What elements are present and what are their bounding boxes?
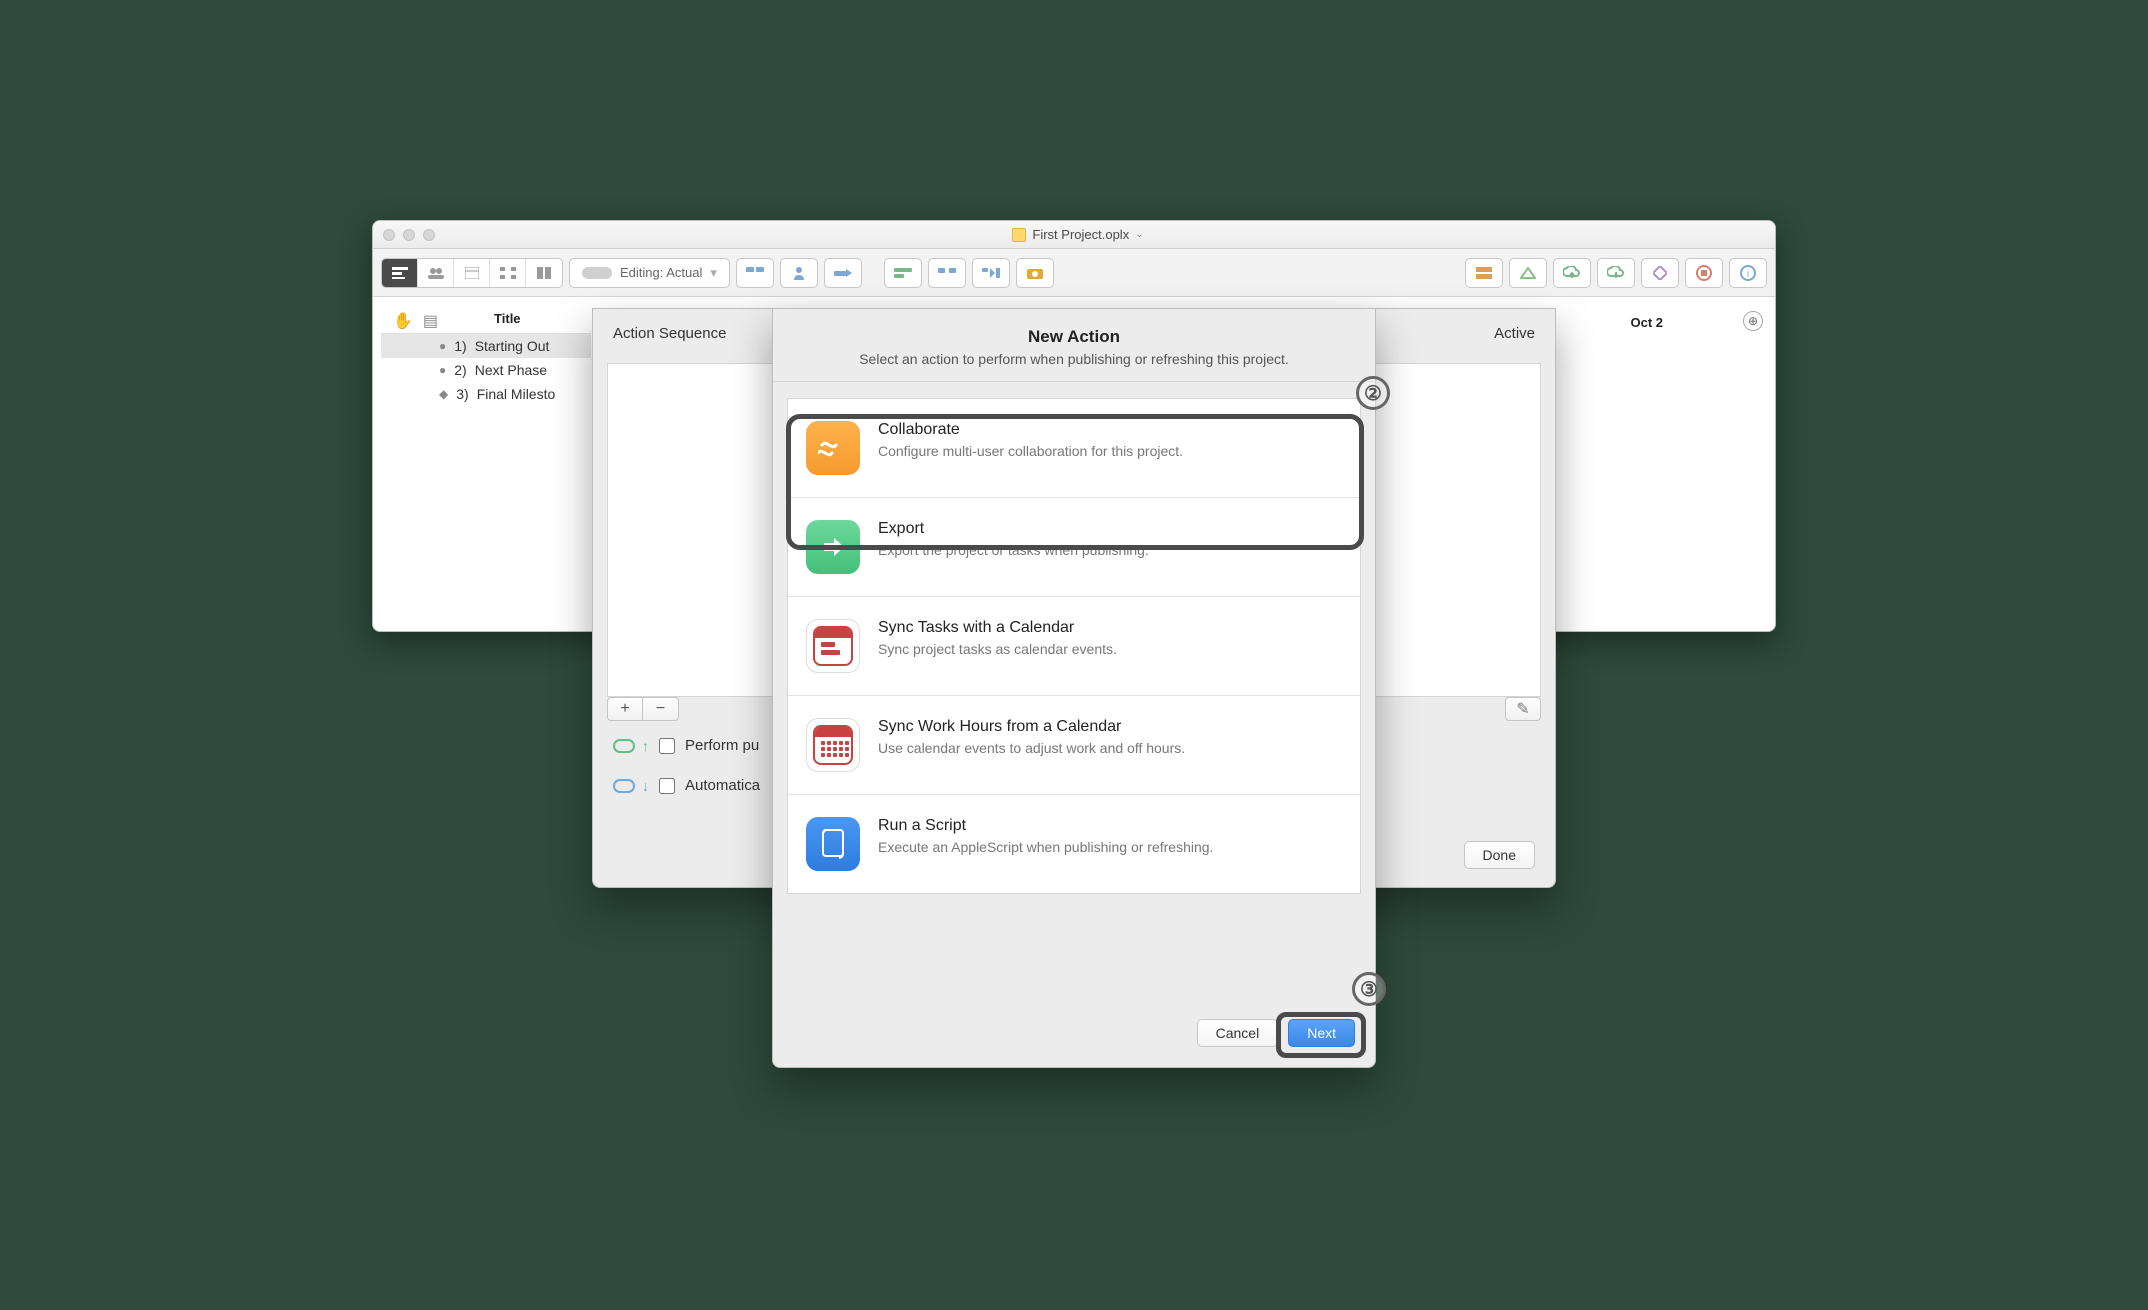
active-label: Active bbox=[1494, 325, 1535, 342]
next-button[interactable]: Next bbox=[1288, 1019, 1355, 1047]
zoom-dot[interactable] bbox=[423, 229, 435, 241]
cloud-up-icon bbox=[613, 739, 635, 753]
svg-text:i: i bbox=[1747, 269, 1749, 280]
action-export[interactable]: Export Export the project or tasks when … bbox=[788, 498, 1360, 597]
task-label: Next Phase bbox=[475, 362, 547, 378]
task-number: 2) bbox=[454, 362, 466, 378]
task-row-3[interactable]: ◆ 3) Final Milesto bbox=[381, 382, 591, 406]
sheet-subtitle: Select an action to perform when publish… bbox=[773, 351, 1375, 382]
done-button[interactable]: Done bbox=[1464, 841, 1535, 869]
view-network[interactable] bbox=[490, 259, 526, 287]
cancel-button[interactable]: Cancel bbox=[1197, 1019, 1279, 1047]
zoom-icon[interactable]: ⊕ bbox=[1743, 311, 1763, 331]
callout-2: ② bbox=[1356, 376, 1390, 410]
editing-selector[interactable]: Editing: Actual ▾ bbox=[569, 258, 730, 288]
task-row-2[interactable]: ● 2) Next Phase bbox=[381, 358, 591, 382]
sync-hours-icon bbox=[806, 718, 860, 772]
view-resource[interactable] bbox=[418, 259, 454, 287]
arrow-up-icon: ↑ bbox=[642, 738, 649, 754]
task-row-1[interactable]: ● 1) Starting Out bbox=[381, 334, 591, 358]
editing-label: Editing: Actual bbox=[620, 265, 702, 280]
callout-3: ③ bbox=[1352, 972, 1386, 1006]
action-sequence-label: Action Sequence bbox=[613, 325, 726, 342]
export-icon bbox=[806, 520, 860, 574]
document-icon bbox=[1012, 228, 1026, 242]
action-desc: Use calendar events to adjust work and o… bbox=[878, 740, 1185, 756]
new-action-sheet: New Action Select an action to perform w… bbox=[772, 308, 1376, 1068]
minimize-dot[interactable] bbox=[403, 229, 415, 241]
add-remove: + − bbox=[607, 697, 679, 721]
tb-baselines[interactable] bbox=[1465, 258, 1503, 288]
tb-critical-path[interactable] bbox=[1641, 258, 1679, 288]
bullet-icon: ● bbox=[439, 363, 446, 377]
sheet-title: New Action bbox=[773, 309, 1375, 351]
perform-publish-label: Perform pu bbox=[685, 737, 759, 754]
tb-publish-up[interactable] bbox=[1553, 258, 1591, 288]
task-number: 1) bbox=[454, 338, 466, 354]
toolbar: Editing: Actual ▾ i bbox=[373, 249, 1775, 297]
cloud-down-icon bbox=[613, 779, 635, 793]
tb-catchup[interactable] bbox=[972, 258, 1010, 288]
hand-icon[interactable]: ✋ bbox=[393, 311, 413, 331]
outline: ✋ ▤ Title ● 1) Starting Out ● 2) Next Ph… bbox=[381, 309, 591, 406]
tb-camera[interactable] bbox=[1016, 258, 1054, 288]
bullet-icon: ● bbox=[439, 339, 446, 353]
action-run-script[interactable]: Run a Script Execute an AppleScript when… bbox=[788, 795, 1360, 893]
action-sync-tasks[interactable]: Sync Tasks with a Calendar Sync project … bbox=[788, 597, 1360, 696]
action-list: Collaborate Configure multi-user collabo… bbox=[787, 398, 1361, 894]
action-title: Sync Work Hours from a Calendar bbox=[878, 718, 1185, 736]
action-desc: Sync project tasks as calendar events. bbox=[878, 641, 1117, 657]
task-label: Final Milesto bbox=[477, 386, 556, 402]
action-title: Collaborate bbox=[878, 421, 1183, 439]
action-title: Run a Script bbox=[878, 817, 1213, 835]
auto-refresh-row: ↓ Automatica bbox=[613, 777, 760, 794]
edit-button[interactable]: ✎ bbox=[1505, 697, 1541, 721]
action-collaborate[interactable]: Collaborate Configure multi-user collabo… bbox=[788, 399, 1360, 498]
view-segment bbox=[381, 258, 563, 288]
tb-leveling[interactable] bbox=[884, 258, 922, 288]
diamond-icon: ◆ bbox=[439, 387, 448, 401]
view-gantt[interactable] bbox=[382, 259, 418, 287]
swatch-icon bbox=[582, 267, 612, 279]
action-title: Sync Tasks with a Calendar bbox=[878, 619, 1117, 637]
perform-publish-row: ↑ Perform pu bbox=[613, 737, 759, 754]
tb-group-left-2[interactable] bbox=[780, 258, 818, 288]
auto-refresh-label: Automatica bbox=[685, 777, 760, 794]
tb-stop[interactable] bbox=[1685, 258, 1723, 288]
tb-info[interactable]: i bbox=[1729, 258, 1767, 288]
tb-publish-down[interactable] bbox=[1597, 258, 1635, 288]
list-icon[interactable]: ▤ bbox=[423, 311, 438, 331]
title-text: First Project.oplx bbox=[1032, 227, 1129, 242]
view-calendar[interactable] bbox=[454, 259, 490, 287]
task-number: 3) bbox=[456, 386, 468, 402]
arrow-down-icon: ↓ bbox=[642, 778, 649, 794]
remove-button[interactable]: − bbox=[643, 697, 679, 721]
view-styles[interactable] bbox=[526, 259, 562, 287]
title-chevron-icon[interactable]: ⌄ bbox=[1135, 229, 1143, 240]
script-icon bbox=[806, 817, 860, 871]
add-button[interactable]: + bbox=[607, 697, 643, 721]
action-sync-hours[interactable]: Sync Work Hours from a Calendar Use cale… bbox=[788, 696, 1360, 795]
collaborate-icon bbox=[806, 421, 860, 475]
window-controls bbox=[383, 229, 435, 241]
tb-split[interactable] bbox=[928, 258, 966, 288]
titlebar: First Project.oplx ⌄ bbox=[373, 221, 1775, 249]
tb-simulations[interactable] bbox=[1509, 258, 1547, 288]
auto-refresh-checkbox[interactable] bbox=[659, 778, 675, 794]
window-title: First Project.oplx ⌄ bbox=[435, 227, 1721, 242]
close-dot[interactable] bbox=[383, 229, 395, 241]
column-title: Title bbox=[448, 311, 521, 331]
action-desc: Export the project or tasks when publish… bbox=[878, 542, 1149, 558]
sync-tasks-icon bbox=[806, 619, 860, 673]
action-desc: Execute an AppleScript when publishing o… bbox=[878, 839, 1213, 855]
action-desc: Configure multi-user collaboration for t… bbox=[878, 443, 1183, 459]
tb-group-left-3[interactable] bbox=[824, 258, 862, 288]
task-label: Starting Out bbox=[475, 338, 550, 354]
tb-group-left-1[interactable] bbox=[736, 258, 774, 288]
action-title: Export bbox=[878, 520, 1149, 538]
perform-publish-checkbox[interactable] bbox=[659, 738, 675, 754]
